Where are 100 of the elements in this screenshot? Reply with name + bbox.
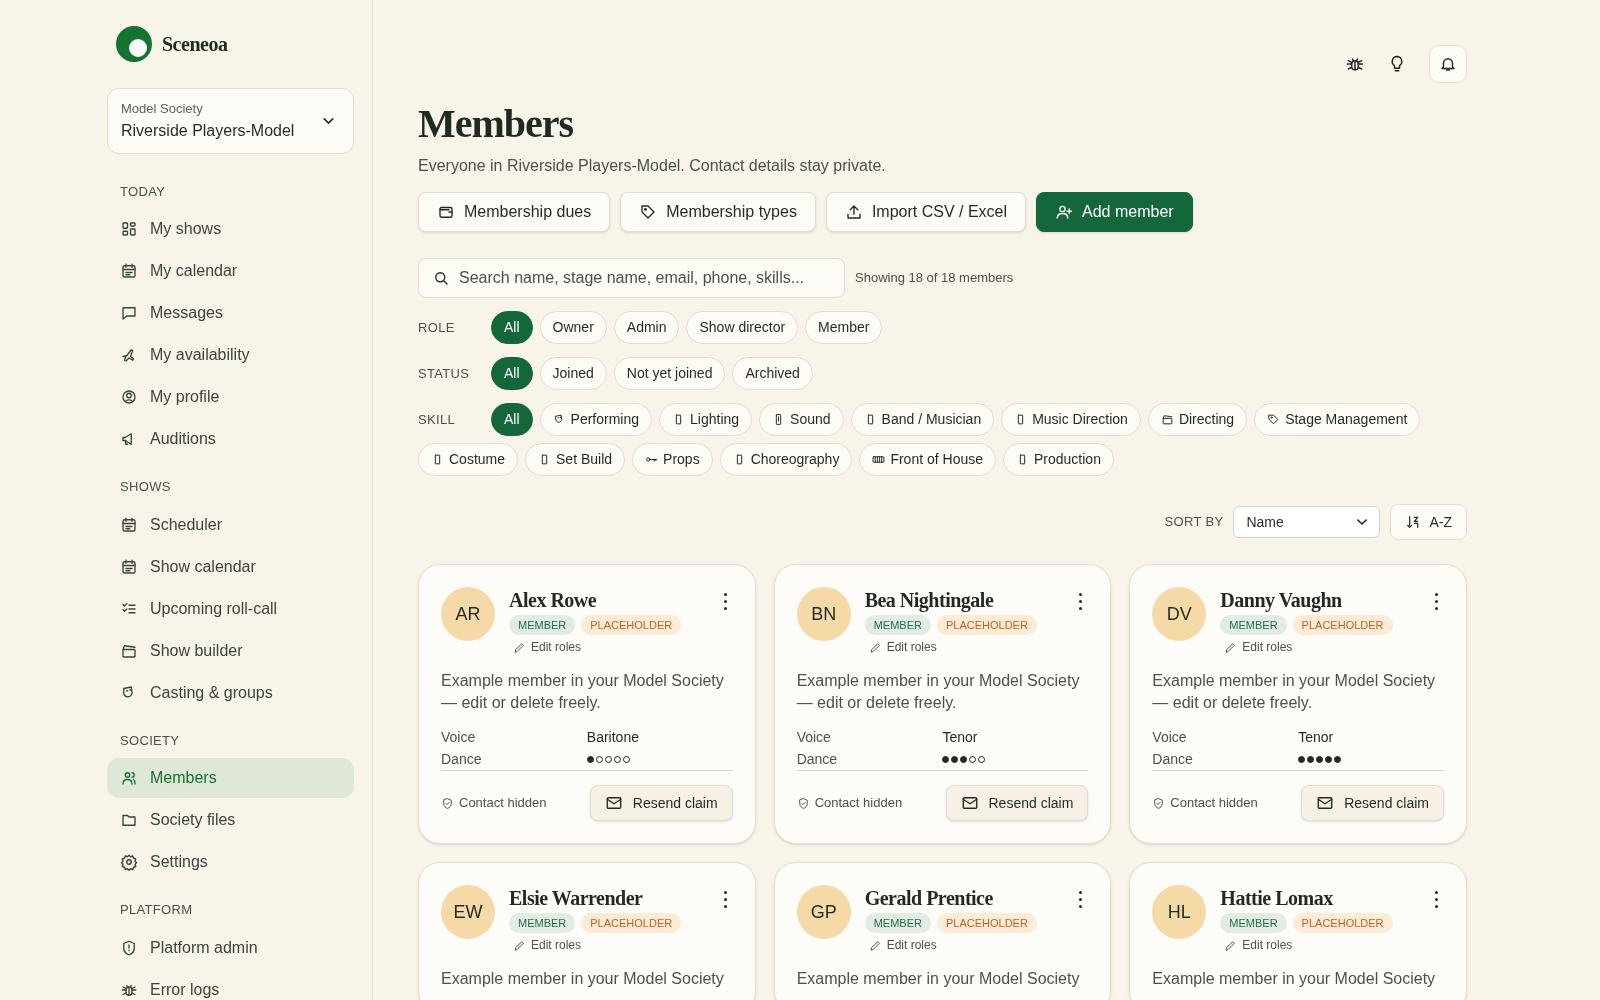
edit-roles-link[interactable]: Edit roles [868, 936, 937, 954]
resend-claim-button[interactable]: Resend claim [945, 785, 1089, 821]
resend-claim-button[interactable]: Resend claim [1301, 785, 1444, 821]
search-icon [432, 269, 450, 287]
filter-chip[interactable]: Archived [732, 357, 813, 390]
message-icon [120, 304, 138, 322]
filter-chip[interactable]: Sound [759, 403, 844, 436]
tag: MEMBER [1220, 615, 1287, 635]
edit-roles-link[interactable]: Edit roles [513, 638, 582, 656]
nav-item[interactable]: Platform admin [107, 927, 354, 968]
filter-chip[interactable]: Lighting [659, 403, 753, 436]
section-heading: SOCIETY [119, 731, 181, 750]
more-button[interactable] [1435, 593, 1438, 610]
more-button[interactable] [1079, 593, 1083, 610]
pencil-icon [868, 938, 882, 952]
action-button[interactable]: Membership dues [418, 192, 611, 232]
sort-label: SORT BY [1164, 513, 1224, 532]
filter-chip[interactable]: Choreography [719, 443, 853, 476]
resend-claim-button[interactable]: Resend claim [589, 785, 733, 821]
mail-icon [1316, 794, 1335, 812]
society-selector[interactable]: Model Society Riverside Players-Model [107, 88, 354, 154]
selector-label: Model Society [121, 100, 204, 118]
filter-chip[interactable]: Costume [418, 443, 519, 476]
pencil-icon [868, 640, 882, 654]
contact-hidden-note: Contact hidden [796, 793, 903, 813]
chevron-down-icon [323, 117, 334, 124]
calendar-icon [120, 557, 138, 576]
filter-chip[interactable]: All [491, 357, 533, 390]
member-name: Alex Rowe [509, 588, 598, 613]
nav-item[interactable]: Error logs [107, 969, 354, 1000]
pencil-icon [513, 938, 526, 952]
filter-chip[interactable]: Production [1003, 443, 1114, 476]
add-user-icon [1055, 203, 1074, 221]
member-description: Example member in your Model Society — edit or delete freely. [441, 671, 725, 713]
tag: PLACEHOLDER [936, 615, 1037, 635]
nav-item[interactable]: Show calendar [107, 546, 354, 587]
users-icon [120, 769, 138, 787]
field-value: Baritone [586, 728, 640, 747]
member-name: Bea Nightingale [864, 588, 995, 613]
filter-chip[interactable]: All [491, 403, 533, 436]
bell-icon [1439, 55, 1457, 73]
nav-item[interactable]: Upcoming roll-call [107, 588, 354, 629]
action-button[interactable]: Add member [1036, 192, 1193, 232]
filter-chip[interactable]: Stage Management [1254, 403, 1421, 436]
more-button[interactable] [1079, 891, 1083, 908]
result-count: Showing 18 of 18 members [855, 269, 1014, 288]
filter-chip[interactable]: Front of House [859, 443, 996, 476]
member-description: Example member in your Model Society [1152, 969, 1437, 989]
filter-chip[interactable]: Not yet joined [613, 357, 726, 390]
filter-chip[interactable]: Directing [1147, 403, 1248, 436]
filter-chip[interactable]: Member [805, 311, 883, 344]
filter-chip[interactable]: Owner [539, 311, 607, 344]
filter-chip[interactable]: Admin [613, 311, 680, 344]
edit-roles-link[interactable]: Edit roles [868, 638, 937, 656]
filter-chip[interactable]: All [491, 311, 533, 344]
nav-item[interactable]: Settings [107, 842, 354, 882]
member-name: Gerald Prentice [864, 886, 994, 911]
nav-item[interactable]: My shows [107, 209, 354, 249]
nav-item[interactable]: Members [107, 758, 354, 798]
nav-item[interactable]: Messages [107, 293, 354, 333]
filter-label: STATUS [418, 365, 471, 383]
tag: PLACEHOLDER [936, 913, 1037, 933]
ticket-icon [872, 453, 886, 466]
more-button[interactable] [723, 891, 727, 908]
nav-item[interactable]: Society files [107, 800, 354, 840]
filter-chip[interactable]: Performing [539, 403, 653, 436]
filter-chip[interactable]: Joined [539, 357, 607, 390]
action-button[interactable]: Membership types [620, 192, 816, 232]
shield-check-icon [1152, 796, 1166, 810]
filter-chip[interactable]: Show director [686, 311, 799, 344]
filter-chip[interactable]: Set Build [525, 443, 626, 476]
nav-item[interactable]: Casting & groups [107, 672, 354, 713]
nav-item[interactable]: My calendar [107, 251, 354, 291]
mail-icon [604, 794, 623, 812]
avatar: EW [441, 885, 495, 939]
shield-icon [120, 938, 138, 957]
edit-roles-link[interactable]: Edit roles [513, 936, 582, 954]
filter-chip[interactable]: Props [632, 443, 713, 476]
nav-item[interactable]: My availability [107, 335, 354, 375]
more-button[interactable] [723, 593, 727, 610]
sort-select[interactable]: Name [1233, 506, 1381, 538]
nav-item[interactable]: Show builder [107, 630, 354, 671]
field-label: Voice [1152, 728, 1188, 747]
action-button[interactable]: Import CSV / Excel [825, 192, 1027, 232]
contact-hidden-note: Contact hidden [1152, 793, 1258, 813]
tag: PLACEHOLDER [581, 913, 682, 933]
notifications-button[interactable] [1429, 45, 1467, 83]
search-field[interactable]: Search name, stage name, email, phone, skills... [418, 258, 845, 298]
nav-item[interactable]: Scheduler [107, 504, 354, 545]
edit-roles-link[interactable]: Edit roles [1224, 936, 1293, 954]
nav-item[interactable]: My profile [107, 377, 354, 417]
field-label: Dance [796, 750, 839, 769]
edit-roles-link[interactable]: Edit roles [1224, 638, 1293, 656]
more-icon [1435, 891, 1438, 908]
field-label: Voice [441, 728, 477, 747]
nav-item[interactable]: Auditions [107, 419, 354, 459]
filter-chip[interactable]: Band / Musician [850, 403, 995, 436]
more-button[interactable] [1435, 891, 1438, 908]
filter-chip[interactable]: Music Direction [1001, 403, 1141, 436]
sort-direction-button[interactable]: A-Z [1390, 504, 1467, 540]
